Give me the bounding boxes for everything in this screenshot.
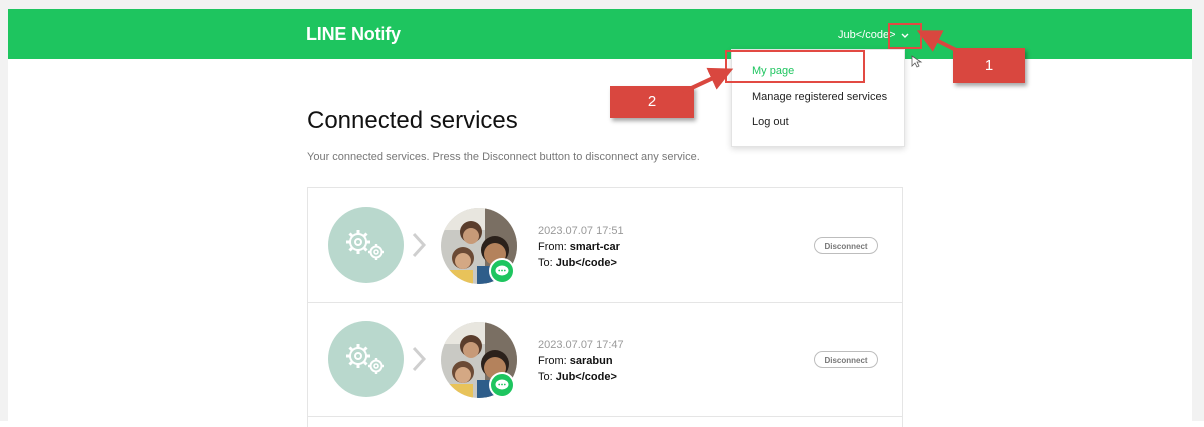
window-frame-right [1192,0,1204,421]
service-details: 2023.07.07 17:51 From: smart-car To: Jub… [538,223,624,271]
service-gear-circle [328,321,404,397]
service-from: From: smart-car [538,239,624,255]
window-frame-left [0,0,8,421]
service-to: To: Jub</code> [538,369,624,385]
service-gear-circle [328,207,404,283]
to-value: Jub</code> [555,371,617,383]
from-value: sarabun [569,355,613,367]
service-details: 2023.07.07 17:47 From: sarabun To: Jub</… [538,337,624,385]
to-value: Jub</code> [555,257,617,269]
line-chat-icon [489,372,515,398]
menu-item-manage-services[interactable]: Manage registered services [752,91,887,103]
window-frame-top [0,0,1204,9]
from-value: smart-car [569,241,620,253]
to-label: To: [538,257,556,269]
service-date: 2023.07.07 17:51 [538,225,624,237]
line-chat-icon [489,258,515,284]
from-label: From: [538,355,570,367]
from-label: From: [538,241,570,253]
list-item: 2023.07.07 17:47 From: sarabun To: Jub</… [308,302,902,417]
gear-icon [346,230,384,260]
page-description: Your connected services. Press the Disco… [307,151,700,163]
chevron-down-icon [901,33,909,38]
annotation-highlight-my-page [725,50,865,83]
disconnect-button[interactable]: Disconnect [814,237,878,254]
disconnect-button[interactable]: Disconnect [814,351,878,368]
menu-item-log-out[interactable]: Log out [752,116,789,128]
service-from: From: sarabun [538,353,624,369]
list-item: 2023.07.07 17:51 From: smart-car To: Jub… [308,188,902,303]
page-title: Connected services [307,107,518,134]
annotation-callout-1: 1 [953,48,1025,83]
user-menu-toggle[interactable] [888,23,922,49]
gear-icon [346,344,384,374]
chevron-right-icon [412,232,427,258]
service-to: To: Jub</code> [538,255,624,271]
connected-services-list: 2023.07.07 17:51 From: smart-car To: Jub… [307,187,903,427]
annotation-callout-2: 2 [610,86,694,118]
service-date: 2023.07.07 17:47 [538,339,624,351]
chevron-right-icon [412,346,427,372]
to-label: To: [538,371,556,383]
user-name[interactable]: Jub</code> [838,29,896,41]
line-notify-logo[interactable]: LINE Notify [306,24,401,45]
